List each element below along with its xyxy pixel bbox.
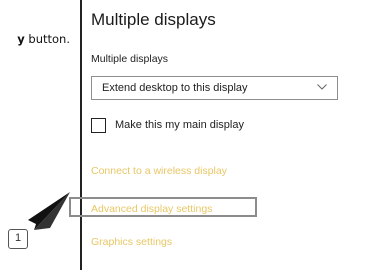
multiple-displays-dropdown[interactable]: Extend desktop to this display — [91, 76, 338, 100]
main-display-checkbox[interactable] — [91, 118, 106, 133]
page-title: Multiple displays — [91, 10, 216, 29]
highlight-box — [69, 197, 257, 217]
instruction-text: y button. — [0, 32, 70, 46]
section-label: Multiple displays — [91, 53, 169, 65]
instruction-suffix: button. — [24, 32, 70, 46]
instruction-bold: y — [17, 32, 25, 46]
link-connect-wireless-display[interactable]: Connect to a wireless display — [91, 165, 227, 177]
pointer-arrow-icon — [28, 192, 70, 230]
link-graphics-settings[interactable]: Graphics settings — [91, 236, 172, 248]
callout-number-badge: 1 — [8, 229, 28, 249]
dropdown-selected-value: Extend desktop to this display — [102, 82, 248, 94]
settings-panel: Multiple displays Multiple displays Exte… — [80, 0, 373, 270]
main-display-checkbox-label: Make this my main display — [115, 119, 244, 131]
chevron-down-icon — [317, 84, 327, 90]
